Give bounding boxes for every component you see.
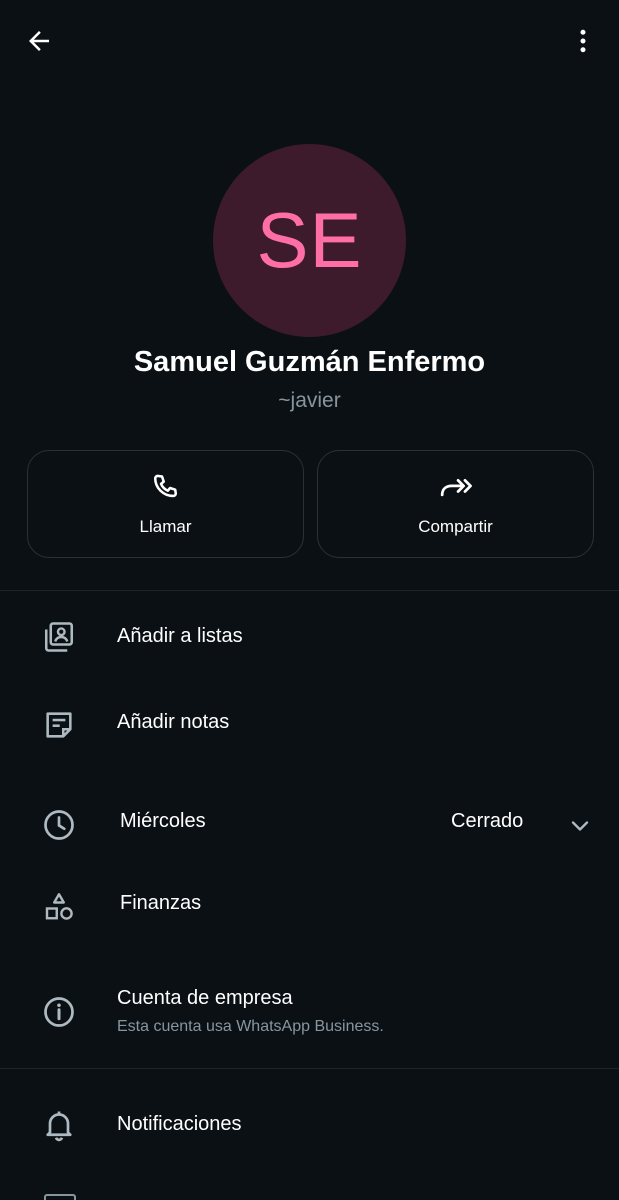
hours-day: Miércoles (120, 810, 206, 832)
arrow-left-icon (29, 31, 49, 51)
hours-status: Cerrado (451, 810, 524, 832)
business-account-title: Cuenta de empresa (117, 987, 293, 1009)
business-hours-row[interactable]: Miércoles Cerrado (0, 800, 619, 850)
add-notes-row[interactable]: Añadir notas (0, 700, 619, 750)
contact-username: ~javier (278, 389, 341, 412)
back-button[interactable] (18, 20, 60, 62)
call-label: Llamar (139, 517, 192, 536)
section-divider (0, 590, 619, 591)
add-to-lists-row[interactable]: Añadir a listas (0, 612, 619, 662)
info-icon (38, 991, 80, 1033)
avatar[interactable]: SE (213, 144, 406, 337)
notifications-row[interactable]: Notificaciones (0, 1100, 619, 1150)
more-vertical-icon (580, 29, 586, 53)
section-divider (0, 1068, 619, 1069)
top-bar (0, 0, 619, 80)
forward-icon (440, 479, 472, 497)
partial-row-icon (44, 1194, 76, 1200)
share-label: Compartir (418, 517, 493, 536)
share-button[interactable]: Compartir (317, 450, 594, 558)
category-row: Finanzas (0, 882, 619, 932)
add-notes-label: Añadir notas (117, 711, 230, 733)
contact-name: Samuel Guzmán Enfermo (133, 346, 486, 378)
clock-icon (38, 804, 80, 846)
notifications-label: Notificaciones (117, 1113, 242, 1135)
shapes-icon (38, 886, 80, 928)
avatar-initials: SE (256, 196, 363, 284)
business-account-subtitle: Esta cuenta usa WhatsApp Business. (117, 1018, 384, 1035)
contact-list-icon (38, 616, 80, 658)
note-icon (38, 704, 80, 746)
more-options-button[interactable] (562, 20, 604, 62)
category-label: Finanzas (120, 892, 202, 914)
chevron-down-icon[interactable] (566, 812, 594, 840)
contact-info-screen: SE Samuel Guzmán Enfermo ~javier Llamar … (0, 0, 619, 1200)
business-account-row[interactable]: Cuenta de empresa Esta cuenta usa WhatsA… (0, 982, 619, 1042)
add-to-lists-label: Añadir a listas (117, 625, 243, 647)
phone-icon (153, 474, 177, 498)
call-button[interactable]: Llamar (27, 450, 304, 558)
bell-icon (38, 1104, 80, 1146)
